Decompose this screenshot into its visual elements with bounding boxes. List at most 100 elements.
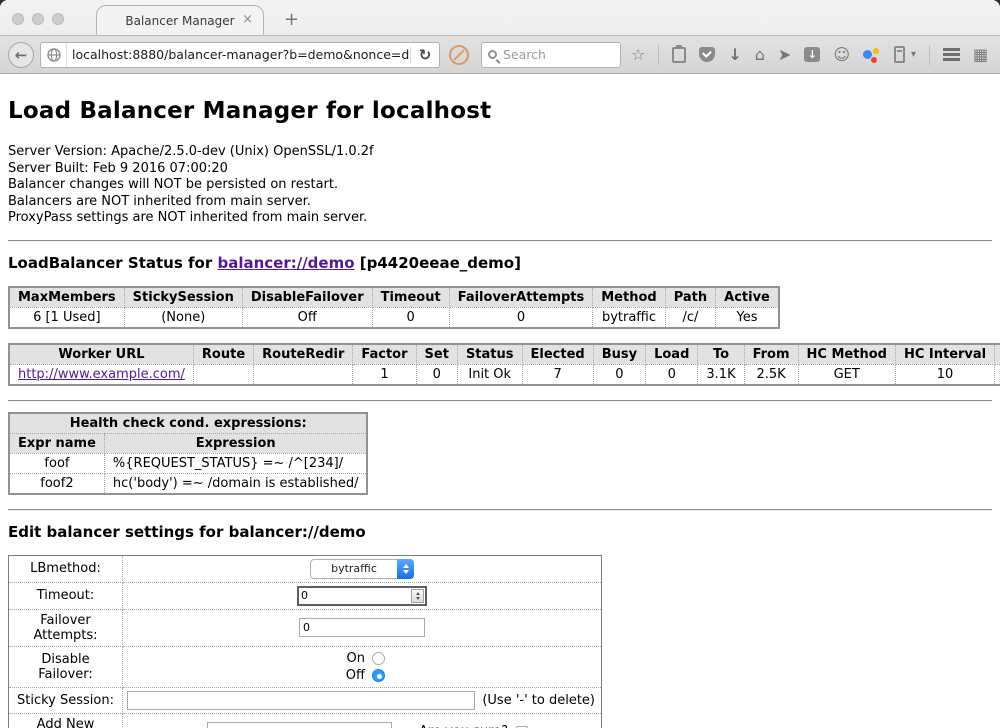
- page-title: Load Balancer Manager for localhost: [8, 74, 992, 124]
- column-header: Load: [646, 344, 698, 365]
- pocket-icon[interactable]: [699, 47, 715, 62]
- failover-label: Failover Attempts:: [9, 609, 123, 646]
- balancer-status-table: MaxMembers StickySession DisableFailover…: [8, 286, 780, 329]
- close-window-icon[interactable]: [12, 13, 24, 25]
- lbmethod-select[interactable]: bytraffic: [310, 559, 414, 579]
- column-header: Active: [716, 287, 779, 308]
- factor-value: 1: [353, 364, 416, 385]
- url-bar[interactable]: localhost:8880/balancer-manager?b=demo&n…: [40, 42, 440, 68]
- divider: [8, 400, 992, 402]
- search-input[interactable]: [503, 47, 603, 62]
- window-controls[interactable]: [12, 13, 64, 25]
- column-header: FailoverAttempts: [449, 287, 593, 308]
- stickysession-value: (None): [124, 307, 242, 328]
- route-value: [193, 364, 253, 385]
- browser-window: Balancer Manager × + ← localhost:8880/ba…: [0, 0, 1000, 728]
- chevron-down-icon[interactable]: ▾: [911, 49, 916, 60]
- timeout-input-wrap: [297, 586, 427, 606]
- sticky-session-input[interactable]: [127, 691, 475, 710]
- zoom-window-icon[interactable]: [52, 13, 64, 25]
- disablefailover-value: Off: [242, 307, 372, 328]
- column-header: Worker URL: [9, 344, 193, 365]
- column-header: RouteRedir: [254, 344, 353, 365]
- server-built: Server Built: Feb 9 2016 07:00:20: [8, 161, 992, 178]
- elected-value: 7: [522, 364, 593, 385]
- edit-settings-heading: Edit balancer settings for balancer://de…: [8, 523, 992, 541]
- column-header: Method: [593, 287, 665, 308]
- hc-method-value: GET: [798, 364, 895, 385]
- back-arrow-icon: ←: [15, 46, 28, 64]
- worker-url-link[interactable]: http://www.example.com/: [18, 367, 185, 382]
- new-tab-button[interactable]: +: [278, 11, 305, 29]
- container-icon[interactable]: [894, 46, 905, 63]
- notice-proxypass: ProxyPass settings are NOT inherited fro…: [8, 210, 992, 227]
- column-header: Route: [193, 344, 253, 365]
- column-header: HC Method: [798, 344, 895, 365]
- timeout-row: Timeout:: [9, 582, 602, 609]
- block-icon[interactable]: [449, 45, 469, 65]
- reload-icon[interactable]: ↻: [411, 46, 439, 64]
- are-you-sure-label: Are you sure?: [419, 724, 508, 728]
- server-version: Server Version: Apache/2.5.0-dev (Unix) …: [8, 144, 992, 161]
- expr-value: hc('body') =~ /domain is established/: [104, 473, 367, 494]
- page-content: Load Balancer Manager for localhost Serv…: [0, 74, 1000, 728]
- send-icon[interactable]: ➤: [778, 47, 791, 63]
- navigation-toolbar: ← localhost:8880/balancer-manager?b=demo…: [0, 36, 1000, 74]
- status-value: Init Ok: [457, 364, 522, 385]
- back-button[interactable]: ←: [8, 42, 34, 68]
- bookmark-star-icon[interactable]: ☆: [631, 47, 645, 63]
- feedback-smiley-icon[interactable]: ☺: [833, 47, 850, 63]
- url-text[interactable]: localhost:8880/balancer-manager?b=demo&n…: [67, 47, 410, 62]
- column-header: Factor: [353, 344, 416, 365]
- column-header: DisableFailover: [242, 287, 372, 308]
- hc-interval-value: 10: [895, 364, 994, 385]
- toolbar-icons: ☆ ↓ ⌂ ➤ ↓ ☺ ▾ ▦: [631, 45, 988, 65]
- status-heading: LoadBalancer Status for balancer://demo …: [8, 254, 992, 272]
- expr-name: foof2: [9, 473, 104, 494]
- menu-icon[interactable]: [943, 48, 960, 61]
- expr-name: foof: [9, 453, 104, 473]
- column-header: Expression: [104, 433, 367, 453]
- expr-value: %{REQUEST_STATUS} =~ /^[234]/: [104, 453, 367, 473]
- lbmethod-row: LBmethod: bytraffic: [9, 555, 602, 582]
- worker-table: Worker URL Route RouteRedir Factor Set S…: [8, 343, 1000, 386]
- grid-icon[interactable]: ▦: [973, 47, 988, 63]
- color-dots-icon[interactable]: [863, 47, 881, 63]
- tab-close-icon[interactable]: ×: [242, 13, 253, 26]
- failover-row: Failover Attempts:: [9, 609, 602, 646]
- balancer-link[interactable]: balancer://demo: [217, 254, 354, 272]
- disable-failover-row: Disable Failover: On Off: [9, 646, 602, 687]
- download-icon[interactable]: ↓: [728, 47, 741, 63]
- failover-attempts-input[interactable]: [299, 618, 425, 637]
- number-spinner-icon[interactable]: [411, 589, 424, 603]
- sticky-session-row: Sticky Session: (Use '-' to delete): [9, 687, 602, 713]
- select-stepper-icon: [397, 559, 414, 579]
- column-header: Expr name: [9, 433, 104, 453]
- server-info: Server Version: Apache/2.5.0-dev (Unix) …: [8, 144, 992, 227]
- radio-off[interactable]: [372, 669, 385, 682]
- home-icon[interactable]: ⌂: [755, 47, 765, 63]
- browser-tab[interactable]: Balancer Manager ×: [96, 5, 264, 35]
- failoverattempts-value: 0: [449, 307, 593, 328]
- divider: [8, 240, 992, 242]
- timeout-input[interactable]: [299, 588, 410, 604]
- maxmembers-value: 6 [1 Used]: [9, 307, 124, 328]
- search-field[interactable]: [481, 42, 621, 68]
- passes-value: 1 (0): [995, 364, 1000, 385]
- column-header: Busy: [593, 344, 645, 365]
- column-header: MaxMembers: [9, 287, 124, 308]
- busy-value: 0: [593, 364, 645, 385]
- to-value: 3.1K: [698, 364, 744, 385]
- add-worker-row: Add New Worker: Are you sure?: [9, 713, 602, 728]
- clipboard-icon[interactable]: [672, 47, 686, 63]
- radio-off-label: Off: [339, 667, 365, 684]
- radio-on[interactable]: [372, 652, 385, 665]
- path-value: /c/: [665, 307, 715, 328]
- load-value: 0: [646, 364, 698, 385]
- lbmethod-selected-value: bytraffic: [311, 562, 397, 575]
- save-to-device-icon[interactable]: ↓: [804, 47, 820, 62]
- add-worker-input[interactable]: [207, 722, 392, 728]
- minimize-window-icon[interactable]: [32, 13, 44, 25]
- column-header: Path: [665, 287, 715, 308]
- sticky-label: Sticky Session:: [9, 687, 123, 713]
